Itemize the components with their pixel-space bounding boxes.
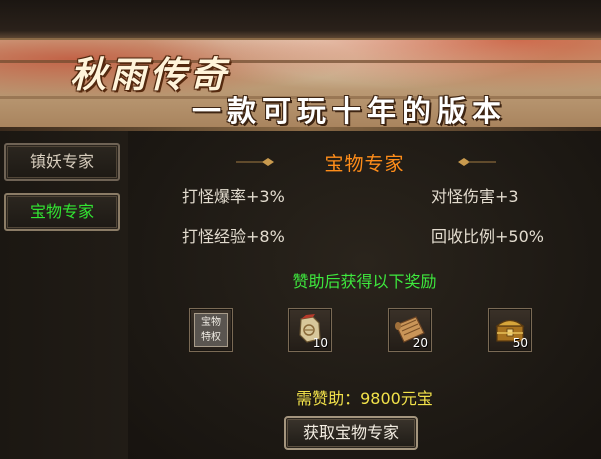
- reward-slot[interactable]: 20: [388, 308, 432, 352]
- banner-top-frame: [0, 0, 601, 40]
- stat-monster-drop: 打怪爆率+3%: [182, 187, 285, 206]
- reward-count: 10: [312, 336, 328, 350]
- side-menu-item-treasure-expert[interactable]: 宝物专家: [4, 193, 120, 231]
- reward-slot[interactable]: 10: [288, 308, 332, 352]
- stat-monster-exp: 打怪经验+8%: [182, 227, 285, 246]
- stat-recycle-ratio: 回收比例+50%: [431, 227, 544, 246]
- reward-slot[interactable]: 50: [488, 308, 532, 352]
- reward-heading: 赞助后获得以下奖励: [292, 272, 437, 291]
- side-menu-item-demon-expert[interactable]: 镇妖专家: [4, 143, 120, 181]
- panel-title-row: 宝物专家: [128, 149, 601, 175]
- header-banner: 秋雨传奇 一款可玩十年的版本: [0, 0, 601, 131]
- sponsor-cost: 需赞助：9800元宝: [296, 389, 433, 408]
- privilege-badge-line: 宝物: [201, 317, 221, 328]
- privilege-badge-line: 特权: [201, 332, 221, 343]
- reward-count: 20: [412, 336, 428, 350]
- game-slogan: 一款可玩十年的版本: [192, 94, 508, 128]
- privilege-badge-icon: 宝物 特权: [194, 313, 228, 347]
- reward-slot[interactable]: 宝物 特权: [189, 308, 233, 352]
- title-ornament-right-icon: [458, 158, 496, 166]
- side-menu: 镇妖专家 宝物专家: [0, 131, 130, 459]
- get-treasure-expert-button[interactable]: 获取宝物专家: [284, 416, 418, 450]
- stat-monster-damage: 对怪伤害+3: [431, 187, 519, 206]
- main-panel: 宝物专家 打怪爆率+3% 对怪伤害+3 打怪经验+8% 回收比例+50% 赞助后…: [128, 131, 601, 459]
- panel-title: 宝物专家: [324, 153, 405, 175]
- reward-count: 50: [512, 336, 528, 350]
